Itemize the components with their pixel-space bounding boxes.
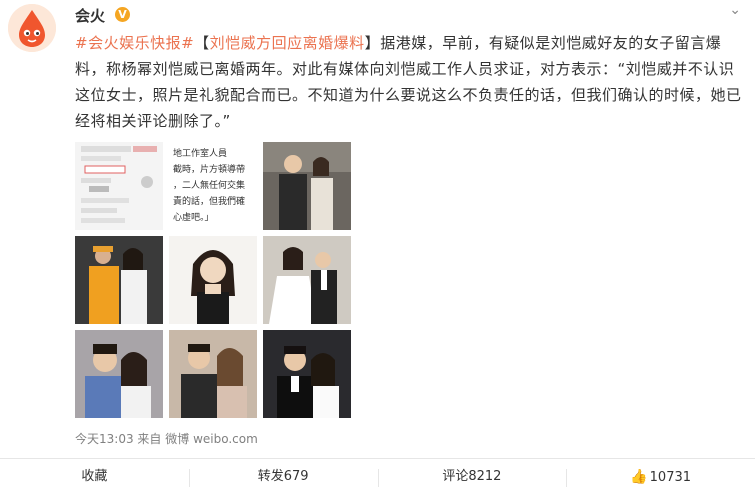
- image-thumb-9[interactable]: [263, 330, 351, 418]
- favorite-button[interactable]: 收藏: [0, 459, 189, 499]
- image-thumb-2[interactable]: 地工作室人員 截時，片方頓導帶 ，二人無任何交集 責的話，但我們確 心虛吧。」: [169, 142, 257, 230]
- action-bar: 收藏 转发679 评论8212 👍 10731: [0, 458, 755, 499]
- repost-button[interactable]: 转发679: [188, 459, 378, 499]
- post-from: 来自: [137, 432, 162, 446]
- repost-label: 转发679: [257, 469, 309, 484]
- verified-icon: V: [115, 7, 130, 22]
- like-count: 10731: [649, 470, 692, 485]
- svg-text:，二人無任何交集: ，二人無任何交集: [173, 179, 245, 191]
- chevron-down-icon[interactable]: ⌄: [729, 2, 741, 18]
- like-button[interactable]: 👍 10731: [566, 459, 755, 499]
- image-thumb-5[interactable]: [169, 236, 257, 324]
- statement-screenshot-image: 地工作室人員 截時，片方頓導帶 ，二人無任何交集 責的話，但我們確 心虛吧。」: [169, 142, 257, 230]
- comment-label: 评论8212: [442, 469, 502, 484]
- weibo-card: 会火 V ⌄ #会火娱乐快报#【刘恺威方回应离婚爆料】据港媒，早前，有疑似是刘恺…: [0, 0, 755, 498]
- post-meta: 今天13:03 来自 微博 weibo.com: [75, 430, 258, 447]
- image-thumb-8[interactable]: [169, 330, 257, 418]
- fire-drop-logo-icon: [8, 4, 56, 52]
- image-thumb-4[interactable]: [75, 236, 163, 324]
- favorite-label: 收藏: [81, 469, 108, 484]
- svg-text:心虛吧。」: 心虛吧。」: [173, 211, 214, 223]
- title-close: 】: [364, 34, 381, 52]
- image-thumb-6[interactable]: [263, 236, 351, 324]
- svg-text:截時，片方頓導帶: 截時，片方頓導帶: [173, 163, 245, 175]
- image-grid: 地工作室人員 截時，片方頓導帶 ，二人無任何交集 責的話，但我們確 心虛吧。」: [75, 142, 355, 422]
- post-time[interactable]: 今天13:03: [75, 432, 134, 446]
- svg-text:責的話，但我們確: 責的話，但我們確: [173, 195, 245, 207]
- couple-photo-image: [263, 330, 351, 418]
- wedding-photo-image: [263, 236, 351, 324]
- couple-photo-image: [169, 330, 257, 418]
- couple-photo-image: [263, 142, 351, 230]
- couple-photo-image: [75, 236, 163, 324]
- portrait-photo-image: [169, 236, 257, 324]
- chat-screenshot-image: [75, 142, 163, 230]
- couple-photo-image: [75, 330, 163, 418]
- comment-button[interactable]: 评论8212: [377, 459, 567, 499]
- title-link[interactable]: 刘恺威方回应离婚爆料: [210, 34, 365, 52]
- post-text: #会火娱乐快报#【刘恺威方回应离婚爆料】据港媒，早前，有疑似是刘恺威好友的女子留…: [75, 30, 743, 134]
- thumbs-up-icon: 👍: [630, 469, 648, 485]
- title-open: 【: [194, 34, 210, 52]
- image-thumb-3[interactable]: [263, 142, 351, 230]
- image-thumb-7[interactable]: [75, 330, 163, 418]
- topic-link[interactable]: #会火娱乐快报#: [75, 34, 194, 52]
- username[interactable]: 会火: [75, 5, 105, 26]
- svg-text:地工作室人員: 地工作室人員: [173, 147, 227, 159]
- image-thumb-1[interactable]: [75, 142, 163, 230]
- post-source[interactable]: 微博 weibo.com: [165, 432, 258, 446]
- avatar[interactable]: [8, 4, 56, 52]
